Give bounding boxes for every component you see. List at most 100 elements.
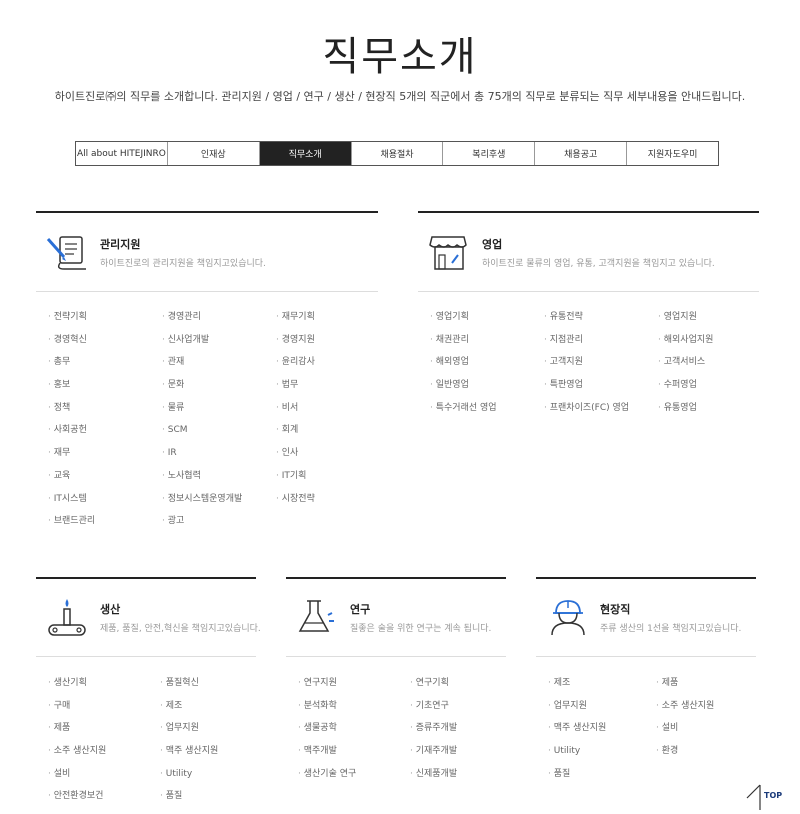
tab-recruit-process[interactable]: 채용절차	[352, 142, 444, 165]
job-item[interactable]: 재무기획	[276, 306, 390, 329]
job-item[interactable]: 윤리감사	[276, 351, 390, 374]
job-item[interactable]: Utility	[548, 740, 656, 763]
job-item[interactable]: 신제품개발	[410, 763, 518, 786]
job-item[interactable]: Utility	[160, 763, 268, 786]
job-item[interactable]: 구매	[48, 695, 160, 718]
job-item[interactable]: 특수거래선 영업	[430, 397, 544, 420]
job-item[interactable]: 소주 생산지원	[656, 695, 764, 718]
job-item[interactable]: 업무지원	[160, 717, 268, 740]
job-item[interactable]: 소주 생산지원	[48, 740, 160, 763]
job-item[interactable]: SCM	[162, 419, 276, 442]
job-item[interactable]: 채권관리	[430, 329, 544, 352]
job-item[interactable]: 브랜드관리	[48, 510, 162, 533]
job-item[interactable]: 재무	[48, 442, 162, 465]
job-item[interactable]: 경영관리	[162, 306, 276, 329]
job-item[interactable]: 유통영업	[658, 397, 772, 420]
job-item[interactable]: 신사업개발	[162, 329, 276, 352]
job-item[interactable]: 영업기획	[430, 306, 544, 329]
job-item[interactable]: 고객지원	[544, 351, 658, 374]
store-icon	[428, 233, 472, 273]
section-description: 하이트진로 물류의 영업, 유통, 고객지원을 책임지고 있습니다.	[482, 259, 715, 269]
job-item[interactable]: 품질혁신	[160, 672, 268, 695]
job-item[interactable]: 기재주개발	[410, 740, 518, 763]
tab-talent[interactable]: 인재상	[168, 142, 260, 165]
section-title: 관리지원	[100, 238, 141, 251]
section-divider	[418, 211, 759, 213]
job-item[interactable]: 문화	[162, 374, 276, 397]
job-item[interactable]: 생물공학	[298, 717, 410, 740]
section-divider	[36, 211, 378, 213]
section-description: 주류 생산의 1선을 책임지고있습니다.	[600, 624, 742, 634]
scroll-top-button[interactable]: TOP	[744, 780, 784, 810]
section-management: 관리지원 하이트진로의 관리지원을 책임지고있습니다. 전략기획경영관리재무기획…	[36, 211, 378, 541]
job-item[interactable]: 사회공헌	[48, 419, 162, 442]
job-item[interactable]: 해외영업	[430, 351, 544, 374]
job-item[interactable]: 일반영업	[430, 374, 544, 397]
tab-applicant-help[interactable]: 지원자도우미	[627, 142, 718, 165]
job-item[interactable]: 시장전략	[276, 488, 390, 511]
section-field: 현장직 주류 생산의 1선을 책임지고있습니다. 제조제품업무지원소주 생산지원…	[536, 577, 756, 812]
job-item[interactable]: 설비	[656, 717, 764, 740]
job-item[interactable]: 연구지원	[298, 672, 410, 695]
job-item[interactable]: IT시스템	[48, 488, 162, 511]
job-item[interactable]: 프랜차이즈(FC) 영업	[544, 397, 658, 420]
job-list: 제조제품업무지원소주 생산지원맥주 생산지원설비Utility환경품질	[548, 672, 764, 785]
job-item[interactable]: 정보시스템운영개발	[162, 488, 276, 511]
job-item[interactable]: 경영지원	[276, 329, 390, 352]
section-description: 하이트진로의 관리지원을 책임지고있습니다.	[100, 259, 266, 269]
section-divider	[536, 577, 756, 579]
tab-job-posting[interactable]: 채용공고	[535, 142, 628, 165]
job-item[interactable]: 특판영업	[544, 374, 658, 397]
job-item[interactable]: 경영혁신	[48, 329, 162, 352]
job-item[interactable]: 유통전략	[544, 306, 658, 329]
job-item[interactable]: 영업지원	[658, 306, 772, 329]
job-item[interactable]: 설비	[48, 763, 160, 786]
job-item[interactable]: 홍보	[48, 374, 162, 397]
job-item[interactable]: 제품	[48, 717, 160, 740]
job-item[interactable]: 맥주개발	[298, 740, 410, 763]
tab-all-about[interactable]: All about HITEJINRO	[76, 142, 168, 165]
job-item[interactable]: 맥주 생산지원	[160, 740, 268, 763]
job-item[interactable]: 수퍼영업	[658, 374, 772, 397]
job-item[interactable]: 총무	[48, 351, 162, 374]
job-item[interactable]: IR	[162, 442, 276, 465]
job-item[interactable]: 인사	[276, 442, 390, 465]
job-item[interactable]: 고객서비스	[658, 351, 772, 374]
job-item[interactable]: 해외사업지원	[658, 329, 772, 352]
job-item[interactable]: 광고	[162, 510, 276, 533]
job-item[interactable]: 기초연구	[410, 695, 518, 718]
job-item[interactable]: 환경	[656, 740, 764, 763]
job-item[interactable]: 맥주 생산지원	[548, 717, 656, 740]
job-item[interactable]: 제조	[548, 672, 656, 695]
job-item[interactable]: 증류주개발	[410, 717, 518, 740]
job-item[interactable]: 안전환경보건	[48, 785, 160, 808]
job-item[interactable]: 분석화학	[298, 695, 410, 718]
section-production: 생산 제품, 품질, 안전,혁신을 책임지고있습니다. 생산기획품질혁신구매제조…	[36, 577, 261, 812]
job-item[interactable]: 전략기획	[48, 306, 162, 329]
job-item[interactable]: 품질	[548, 763, 656, 786]
job-item[interactable]: 연구기획	[410, 672, 518, 695]
section-divider	[286, 577, 506, 579]
job-item[interactable]: 법무	[276, 374, 390, 397]
job-item[interactable]: 물류	[162, 397, 276, 420]
job-item[interactable]: 관재	[162, 351, 276, 374]
job-item[interactable]: 회계	[276, 419, 390, 442]
job-item[interactable]: 제조	[160, 695, 268, 718]
tab-welfare[interactable]: 복리후생	[443, 142, 536, 165]
job-item[interactable]: 비서	[276, 397, 390, 420]
job-item[interactable]: 정책	[48, 397, 162, 420]
section-sales: 영업 하이트진로 물류의 영업, 유통, 고객지원을 책임지고 있습니다. 영업…	[418, 211, 759, 541]
job-item[interactable]: 품질	[160, 785, 268, 808]
job-item[interactable]: 생산기술 연구	[298, 763, 410, 786]
job-item[interactable]: 제품	[656, 672, 764, 695]
section-research: 연구 질좋은 술을 위한 연구는 계속 됩니다. 연구지원연구기획분석화학기초연…	[286, 577, 506, 812]
section-separator	[36, 291, 378, 292]
tab-job-intro[interactable]: 직무소개	[259, 142, 352, 165]
job-item[interactable]: IT기획	[276, 465, 390, 488]
job-item[interactable]: 교육	[48, 465, 162, 488]
job-item[interactable]: 노사협력	[162, 465, 276, 488]
job-item[interactable]: 업무지원	[548, 695, 656, 718]
job-item[interactable]: 지점관리	[544, 329, 658, 352]
page-title: 직무소개	[322, 34, 478, 80]
job-item[interactable]: 생산기획	[48, 672, 160, 695]
